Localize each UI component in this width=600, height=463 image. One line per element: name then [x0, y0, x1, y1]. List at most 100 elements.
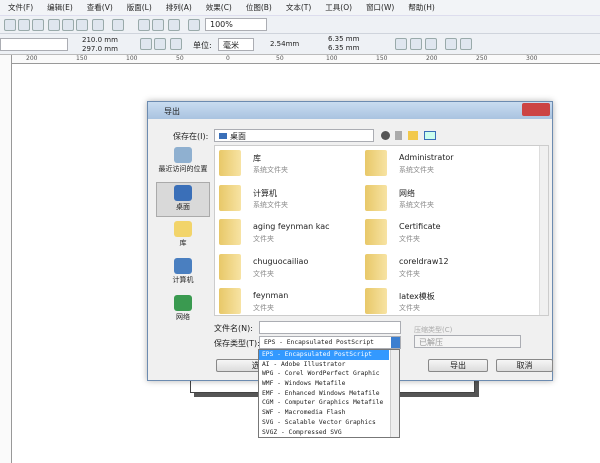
options-icon[interactable] — [460, 38, 472, 50]
file-type-option[interactable]: AI - Adobe Illustrator — [259, 360, 389, 370]
dialog-titlebar[interactable]: 导出 — [148, 102, 552, 119]
file-name: chuguocailiao — [253, 256, 309, 266]
undo-icon[interactable] — [92, 19, 104, 31]
place-item[interactable]: 桌面 — [156, 182, 210, 217]
file-type-option[interactable]: SVG - Scalable Vector Graphics — [259, 418, 389, 428]
page-width[interactable]: 210.0 mm — [82, 36, 118, 44]
align-icon[interactable] — [395, 38, 407, 50]
place-item[interactable]: 网络 — [156, 293, 210, 328]
filename-input[interactable] — [259, 321, 401, 334]
menu-item[interactable]: 效果(C) — [206, 2, 232, 13]
back-icon[interactable] — [381, 131, 390, 140]
nudge-input[interactable]: 2.54mm — [270, 40, 299, 48]
place-item[interactable]: 库 — [156, 219, 210, 254]
file-list[interactable]: latex模板 文件夹 feynman 文件夹 coreldraw12 文件夹 chuguo… — [214, 145, 549, 316]
save-in-select[interactable]: 桌面 — [214, 129, 374, 142]
close-icon[interactable] — [522, 103, 550, 116]
vertical-ruler[interactable] — [0, 55, 12, 463]
new-folder-icon[interactable] — [408, 131, 418, 140]
horizontal-ruler[interactable]: 200 150 100 50 0 50 100 150 200 250 300 — [12, 55, 600, 64]
landscape-icon[interactable] — [154, 38, 166, 50]
menu-item[interactable]: 位图(B) — [246, 2, 272, 13]
file-list-scrollbar[interactable] — [539, 146, 548, 315]
file-item[interactable]: 库系统文件夹 — [217, 150, 367, 180]
file-type-option[interactable]: SWF - Macromedia Flash — [259, 408, 389, 418]
file-type-option[interactable]: WPG - Corel WordPerfect Graphic — [259, 369, 389, 379]
copy-icon[interactable] — [62, 19, 74, 31]
chevron-down-icon[interactable] — [391, 337, 400, 348]
menu-item[interactable]: 排列(A) — [166, 2, 192, 13]
file-item[interactable]: coreldraw12 文件夹 — [363, 253, 513, 284]
file-type-option[interactable]: SVGZ - Compressed SVG — [259, 428, 389, 438]
export-button[interactable]: 导出 — [428, 359, 488, 372]
file-type-option[interactable]: EPS - Encapsulated PostScript — [259, 350, 389, 360]
place-item[interactable]: 计算机 — [156, 256, 210, 291]
app-launcher-icon[interactable] — [168, 19, 180, 31]
menu-item[interactable]: 工具(O) — [325, 2, 352, 13]
cancel-button[interactable]: 取消 — [496, 359, 553, 372]
menu-item[interactable]: 文本(T) — [286, 2, 311, 13]
filename-label: 文件名(N): — [214, 324, 253, 333]
open-icon[interactable] — [4, 19, 16, 31]
ruler-tick-label: 250 — [476, 55, 488, 62]
file-item[interactable]: latex模板 文件夹 — [363, 288, 513, 318]
file-item[interactable]: feynman 文件夹 — [217, 288, 367, 318]
up-folder-icon[interactable] — [395, 131, 402, 140]
file-item[interactable]: 计算机 系统文件夹 — [217, 184, 367, 215]
duplicate-y-input[interactable]: 6.35 mm — [328, 44, 359, 52]
folder-icon — [219, 150, 241, 176]
redo-icon[interactable] — [112, 19, 124, 31]
place-item[interactable]: 最近访问的位置 — [156, 145, 210, 180]
file-type-option[interactable]: CGM - Computer Graphics Metafile — [259, 398, 389, 408]
ruler-tick-label: 0 — [226, 55, 230, 62]
menu-item[interactable]: 编辑(E) — [47, 2, 73, 13]
treat-as-filled-icon[interactable] — [410, 38, 422, 50]
duplicate-x-input[interactable]: 6.35 mm — [328, 35, 359, 43]
place-icon — [174, 295, 192, 311]
folder-icon — [365, 150, 387, 176]
cut-icon[interactable] — [48, 19, 60, 31]
all-pages-icon[interactable] — [170, 38, 182, 50]
page-height[interactable]: 297.0 mm — [82, 45, 118, 53]
file-type: 文件夹 — [253, 235, 274, 243]
file-name: 库 — [253, 154, 261, 163]
file-type-option[interactable]: EMF - Enhanced Windows Metafile — [259, 389, 389, 399]
file-item[interactable]: chuguocailiao 文件夹 — [217, 253, 367, 284]
file-type-option[interactable]: WMF - Windows Metafile — [259, 379, 389, 389]
folder-icon — [219, 184, 241, 211]
place-icon — [174, 258, 192, 274]
guidelines-icon[interactable] — [445, 38, 457, 50]
paper-size-select[interactable] — [0, 38, 68, 51]
place-label: 计算机 — [172, 276, 194, 284]
menu-bar: 文件(F) 编辑(E) 查看(V) 版面(L) 排列(A) 效果(C) 位图(B) 文本(T)… — [0, 0, 600, 16]
desktop-icon — [219, 133, 227, 139]
menu-item[interactable]: 文件(F) — [8, 2, 33, 13]
file-type: 文件夹 — [253, 269, 274, 278]
save-icon[interactable] — [18, 19, 30, 31]
zoom-select[interactable]: 100% — [205, 18, 267, 31]
file-item[interactable]: 网络 系统文件夹 — [363, 184, 513, 215]
place-icon — [174, 221, 192, 237]
file-item[interactable]: Certificate 文件夹 — [363, 219, 513, 249]
print-icon[interactable] — [32, 19, 44, 31]
import-icon[interactable] — [138, 19, 150, 31]
unit-select[interactable]: 毫米 — [218, 38, 254, 51]
places-bar: 最近访问的位置 桌面库计算机网络 — [156, 145, 211, 332]
menu-item[interactable]: 帮助(H) — [408, 2, 435, 13]
snap-icon[interactable] — [425, 38, 437, 50]
ruler-tick-label: 50 — [176, 55, 184, 62]
welcome-icon[interactable] — [188, 19, 200, 31]
menu-item[interactable]: 版面(L) — [127, 2, 152, 13]
file-item[interactable]: aging feynman kac 文件夹 — [217, 219, 367, 249]
savetype-select[interactable]: EPS - Encapsulated PostScript — [259, 336, 401, 349]
portrait-icon[interactable] — [140, 38, 152, 50]
menu-item[interactable]: 查看(V) — [87, 2, 113, 13]
view-menu-icon[interactable] — [424, 131, 436, 140]
file-item[interactable]: Administrator 系统文件夹 — [363, 150, 513, 180]
save-in-value: 桌面 — [230, 132, 246, 141]
dropdown-scrollbar[interactable] — [390, 350, 399, 437]
export-icon[interactable] — [152, 19, 164, 31]
menu-item[interactable]: 窗口(W) — [366, 2, 394, 13]
unit-label: 单位: — [193, 41, 212, 50]
paste-icon[interactable] — [76, 19, 88, 31]
